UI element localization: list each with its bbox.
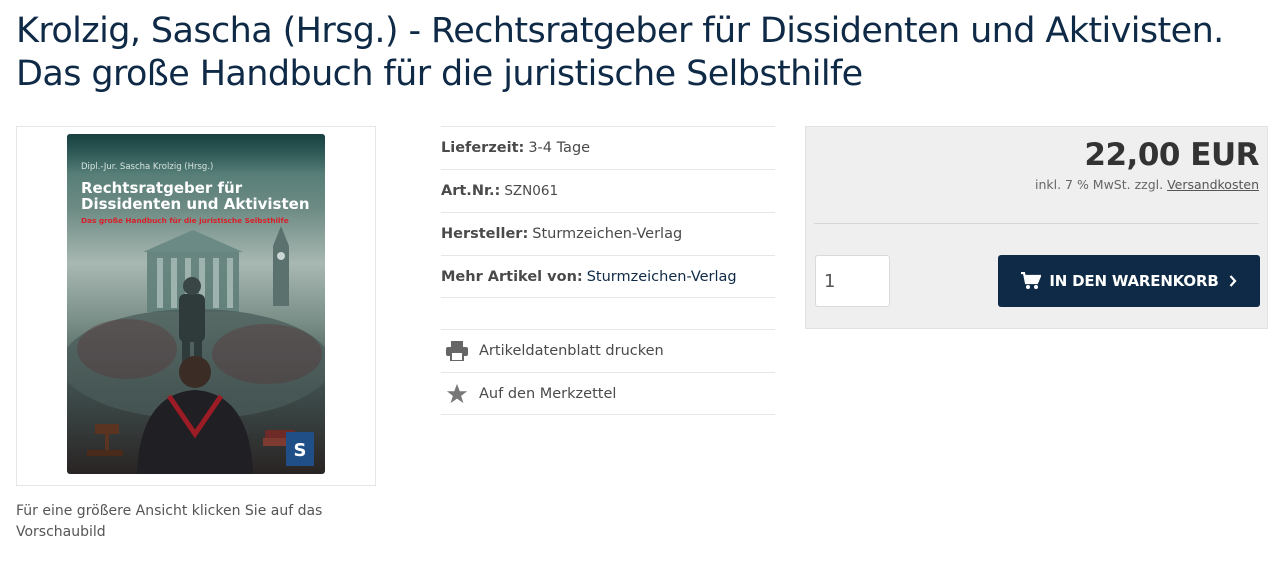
cover-author: Dipl.-Jur. Sascha Krolzig (Hrsg.) xyxy=(81,162,214,172)
detail-value: SZN061 xyxy=(504,183,559,199)
cover-title: Rechtsratgeber für Dissidenten und Aktiv… xyxy=(81,179,310,213)
cart-icon xyxy=(1021,272,1042,290)
quantity-input[interactable] xyxy=(815,255,890,307)
divider xyxy=(814,223,1259,224)
print-datasheet-button[interactable]: Artikeldatenblatt drucken xyxy=(441,329,775,372)
svg-text:S: S xyxy=(294,440,307,461)
detail-manufacturer: Hersteller: Sturmzeichen-Verlag xyxy=(441,212,775,255)
more-articles-link[interactable]: Sturmzeichen-Verlag xyxy=(587,269,737,285)
detail-label: Lieferzeit: xyxy=(441,140,525,156)
add-to-cart-label: IN DEN WARENKORB xyxy=(1049,272,1219,290)
chevron-right-icon xyxy=(1229,275,1237,287)
cover-subtitle: Das große Handbuch für die juristische S… xyxy=(81,216,289,225)
star-icon xyxy=(445,382,469,406)
detail-value: 3-4 Tage xyxy=(528,140,591,156)
print-datasheet-label: Artikeldatenblatt drucken xyxy=(479,343,664,359)
detail-article-number: Art.Nr.: SZN061 xyxy=(441,169,775,212)
printer-icon xyxy=(445,339,469,363)
product-image-container[interactable]: S Dipl.-Jur. Sascha Krolzig (Hrsg.) Rech… xyxy=(16,126,376,486)
price: 22,00 EUR xyxy=(1084,137,1259,173)
detail-more-articles[interactable]: Mehr Artikel von: Sturmzeichen-Verlag xyxy=(441,255,775,298)
wishlist-label: Auf den Merkzettel xyxy=(479,385,617,402)
product-cover-image[interactable]: S Dipl.-Jur. Sascha Krolzig (Hrsg.) Rech… xyxy=(67,134,325,474)
detail-label: Mehr Artikel von: xyxy=(441,268,583,285)
detail-label: Hersteller: xyxy=(441,226,529,242)
shipping-costs-link[interactable]: Versandkosten xyxy=(1167,177,1259,192)
buy-box: 22,00 EUR inkl. 7 % MwSt. zzgl. Versandk… xyxy=(805,126,1268,329)
detail-delivery-time: Lieferzeit: 3-4 Tage xyxy=(441,126,775,169)
page-title: Krolzig, Sascha (Hrsg.) - Rechtsratgeber… xyxy=(16,11,1224,94)
tax-text: inkl. 7 % MwSt. zzgl. xyxy=(1034,177,1164,192)
tax-info: inkl. 7 % MwSt. zzgl. Versandkosten xyxy=(1035,177,1259,192)
detail-value: Sturmzeichen-Verlag xyxy=(532,226,683,242)
image-caption: Für eine größere Ansicht klicken Sie auf… xyxy=(16,503,323,540)
product-actions: Artikeldatenblatt drucken Auf den Merkze… xyxy=(441,329,775,415)
add-to-cart-button[interactable]: IN DEN WARENKORB xyxy=(998,255,1260,307)
product-details: Lieferzeit: 3-4 Tage Art.Nr.: SZN061 Her… xyxy=(441,126,775,298)
detail-label: Art.Nr.: xyxy=(441,183,501,199)
add-to-wishlist-button[interactable]: Auf den Merkzettel xyxy=(441,372,775,415)
